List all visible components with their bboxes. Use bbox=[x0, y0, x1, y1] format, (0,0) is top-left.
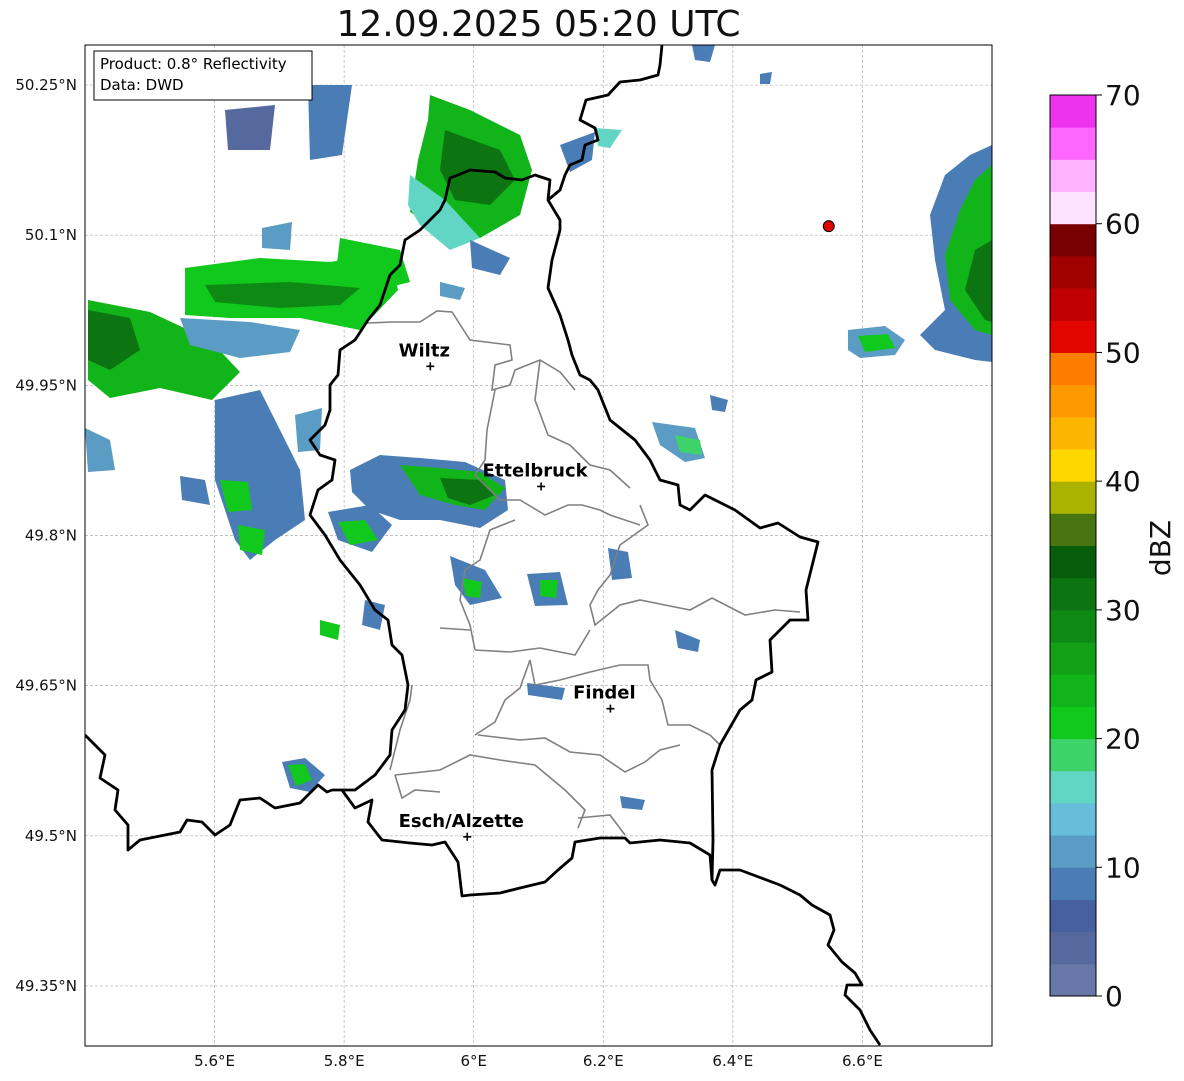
colorbar-segment bbox=[1050, 416, 1096, 450]
colorbar-segment bbox=[1050, 738, 1096, 772]
city-marker-icon bbox=[426, 362, 435, 371]
colorbar-tick-label: 0 bbox=[1105, 980, 1123, 1013]
lat-tick-label: 49.95°N bbox=[15, 376, 77, 394]
city-label: Findel bbox=[573, 683, 636, 704]
lat-tick-label: 49.5°N bbox=[25, 827, 77, 845]
city-marker-icon bbox=[606, 704, 615, 713]
colorbar-tick-label: 40 bbox=[1105, 465, 1141, 498]
colorbar-segment bbox=[1050, 609, 1096, 643]
colorbar-segment bbox=[1050, 642, 1096, 675]
radar-echoes bbox=[85, 45, 992, 810]
city-markers: Wiltz Ettelbruck Findel Esch/Alzette bbox=[399, 220, 835, 841]
colorbar-segment bbox=[1050, 802, 1096, 836]
radar-site-marker bbox=[822, 220, 835, 233]
colorbar-segment bbox=[1050, 513, 1096, 546]
colorbar-segment bbox=[1050, 899, 1096, 933]
city-label: Esch/Alzette bbox=[399, 811, 524, 832]
colorbar-segment bbox=[1050, 481, 1096, 514]
colorbar-segment bbox=[1050, 963, 1096, 997]
colorbar-segment bbox=[1050, 191, 1096, 225]
colorbar-segment bbox=[1050, 867, 1096, 900]
colorbar-segment bbox=[1050, 288, 1096, 321]
lon-tick-label: 6.2°E bbox=[583, 1052, 624, 1070]
gridlines bbox=[85, 45, 992, 1046]
lon-tick-label: 5.8°E bbox=[324, 1052, 365, 1070]
colorbar-segment bbox=[1050, 448, 1096, 482]
colorbar-tick-label: 30 bbox=[1105, 594, 1141, 627]
lat-tick-label: 50.25°N bbox=[15, 76, 77, 94]
city-label: Wiltz bbox=[399, 340, 450, 361]
colorbar-tick-label: 50 bbox=[1105, 336, 1141, 369]
colorbar-segment bbox=[1050, 706, 1096, 740]
colorbar-segment bbox=[1050, 770, 1096, 804]
colorbar-tick-label: 60 bbox=[1105, 208, 1141, 241]
lat-tick-label: 49.35°N bbox=[15, 977, 77, 995]
map-frame bbox=[84, 44, 993, 1047]
info-box: Product: 0.8° Reflectivity Data: DWD bbox=[93, 50, 313, 101]
colorbar-segment bbox=[1050, 352, 1096, 386]
colorbar-segment bbox=[1050, 127, 1096, 160]
colorbar-segment bbox=[1050, 674, 1096, 707]
colorbar-segment bbox=[1050, 255, 1096, 289]
colorbar-segment bbox=[1050, 320, 1096, 353]
colorbar: 0 10 20 30 40 50 60 70 bbox=[1049, 79, 1141, 1013]
colorbar-tick-label: 10 bbox=[1105, 851, 1141, 884]
lat-tick-label: 49.65°N bbox=[15, 677, 77, 695]
colorbar-segment bbox=[1050, 159, 1096, 193]
lat-tick-label: 49.8°N bbox=[25, 526, 77, 544]
city-label: Ettelbruck bbox=[483, 460, 589, 481]
city-marker-icon bbox=[537, 482, 546, 491]
info-source: Data: DWD bbox=[100, 76, 184, 94]
colorbar-segment bbox=[1050, 931, 1096, 965]
city-marker-icon bbox=[463, 832, 472, 841]
colorbar-segment bbox=[1050, 577, 1096, 611]
lat-tick-label: 50.1°N bbox=[25, 226, 77, 244]
colorbar-segment bbox=[1050, 384, 1096, 418]
colorbar-segment bbox=[1050, 545, 1096, 579]
colorbar-segment bbox=[1050, 835, 1096, 868]
radar-map: Wiltz Ettelbruck Findel Esch/Alzette Produc… bbox=[15, 44, 1177, 1070]
colorbar-segment bbox=[1050, 223, 1096, 257]
lon-tick-label: 6.6°E bbox=[842, 1052, 883, 1070]
info-product: Product: 0.8° Reflectivity bbox=[100, 55, 287, 73]
colorbar-tick-label: 20 bbox=[1105, 723, 1141, 756]
lon-tick-label: 5.6°E bbox=[194, 1052, 235, 1070]
lon-tick-label: 6°E bbox=[460, 1052, 487, 1070]
colorbar-label: dBZ bbox=[1144, 520, 1177, 576]
lon-tick-label: 6.4°E bbox=[712, 1052, 753, 1070]
colorbar-tick-label: 70 bbox=[1105, 79, 1141, 112]
colorbar-segment bbox=[1050, 95, 1096, 128]
